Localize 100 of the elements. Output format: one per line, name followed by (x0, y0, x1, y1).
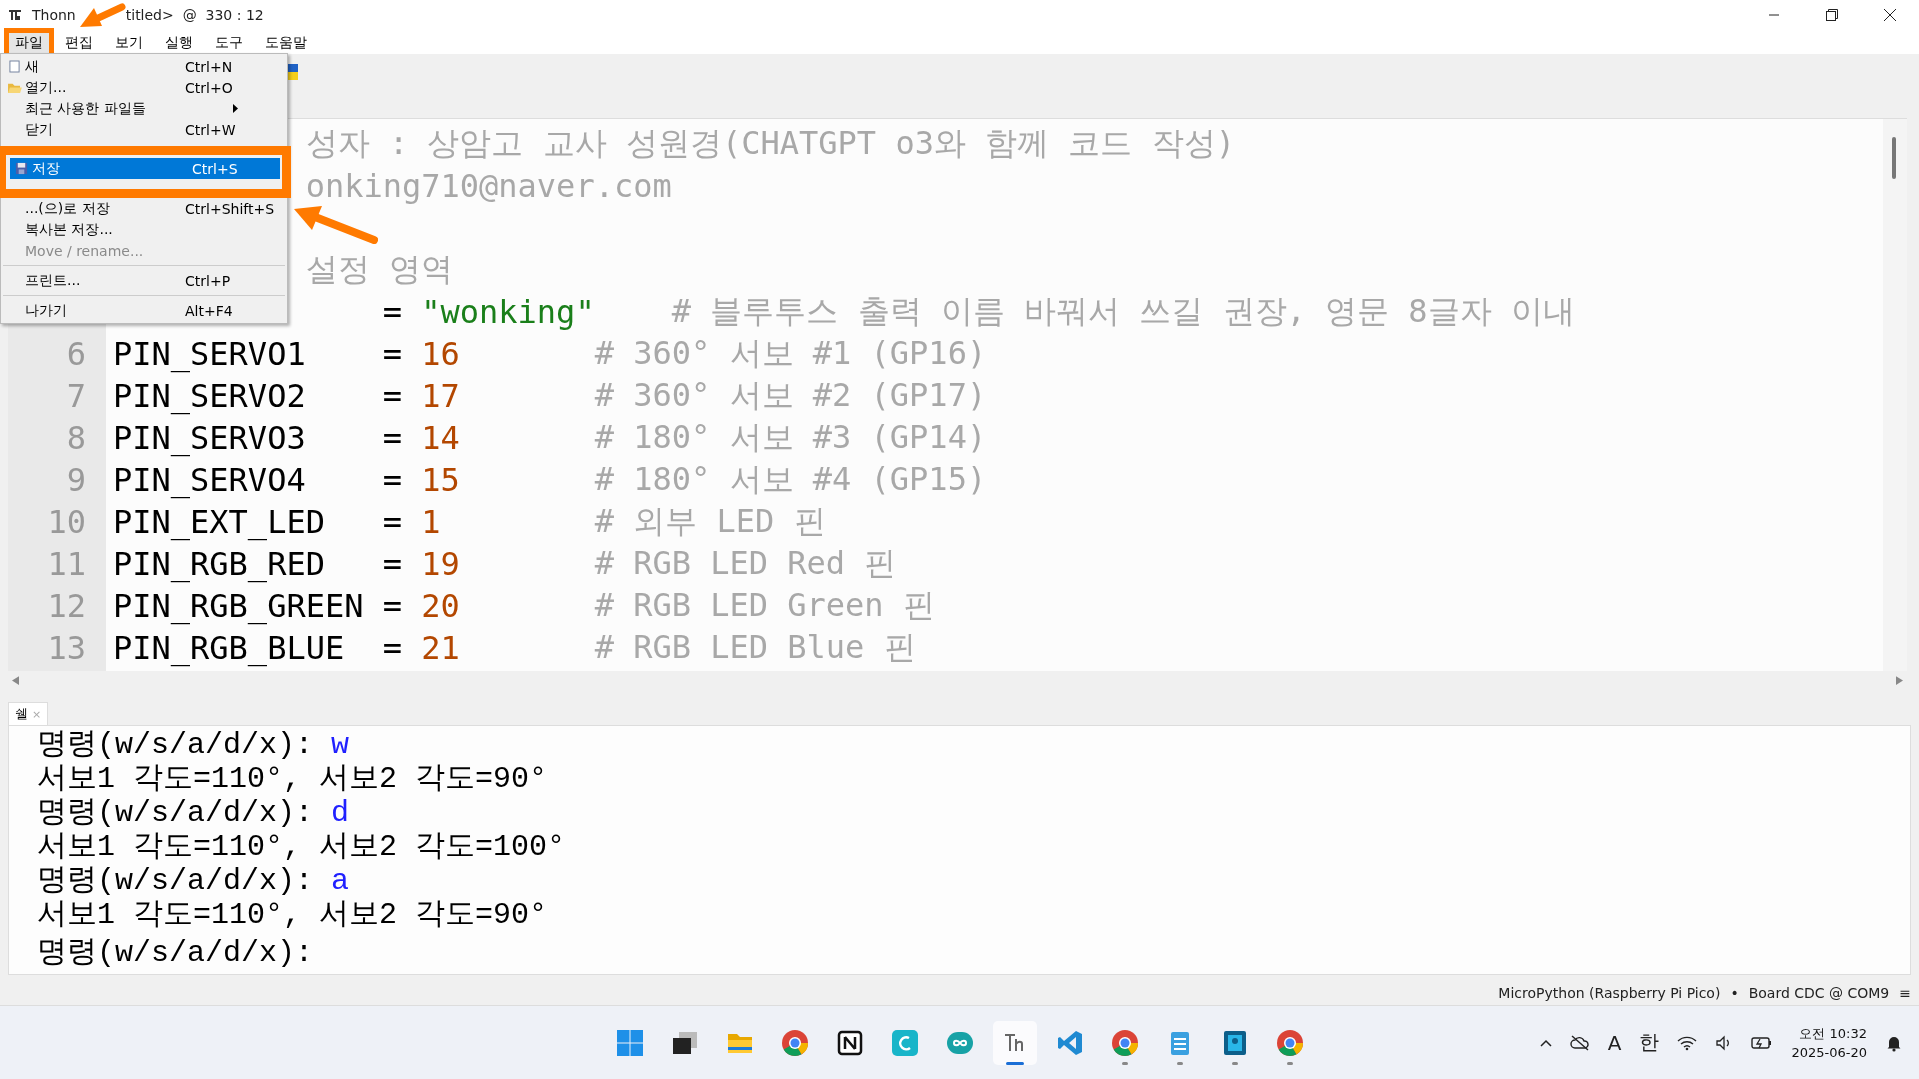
code-text: = (382, 503, 403, 541)
port-label[interactable]: Board CDC @ COM9 (1748, 985, 1890, 1001)
submenu-arrow-icon (233, 104, 238, 113)
status-menu[interactable]: ≡ (1899, 985, 1911, 1001)
app-icon (8, 8, 22, 22)
code-editor[interactable] (8, 118, 1907, 671)
line-number: 9 (65, 461, 86, 499)
code-text: PIN_RGB_RED (113, 545, 326, 583)
battery-icon[interactable] (1751, 1034, 1774, 1051)
code-text: PIN_SERVO3 (113, 419, 307, 457)
code-text: = (382, 587, 403, 625)
code-comment: onking710@naver.com (305, 167, 672, 205)
font-indicator[interactable]: A (1607, 1030, 1622, 1055)
shell-line: 명령(w/s/a/d/x): w (37, 728, 350, 762)
chevron-up-icon[interactable] (1539, 1038, 1552, 1047)
code-editor-icon (1055, 1028, 1084, 1057)
line-number: 7 (65, 377, 86, 415)
code-text: 17 (421, 377, 461, 415)
menu-option[interactable]: 최근 사용한 파일들 (3, 98, 285, 119)
menu-item[interactable]: 도움말 (254, 28, 318, 58)
wifi-icon[interactable] (1677, 1034, 1698, 1051)
scroll-left-icon[interactable] (12, 675, 19, 685)
browser-icon (1275, 1028, 1304, 1057)
ime-indicator[interactable]: 한 (1639, 1029, 1660, 1056)
code-comment: # 블루투스 출력 이름 바꿔서 쓰길 권장, 영문 8글자 이내 (671, 291, 1575, 332)
shell-tab[interactable]: 쉘 × (8, 702, 49, 725)
code-text: 20 (421, 587, 461, 625)
code-text: PIN_SERVO2 (113, 377, 307, 415)
code-comment: # 180° 서보 #4 (GP15) (594, 459, 987, 500)
line-number: 11 (46, 545, 86, 583)
close-icon[interactable] (1884, 9, 1896, 21)
line-number: 12 (46, 587, 86, 625)
code-text: PIN_RGB_GREEN (113, 587, 365, 625)
code-comment: # 360° 서보 #1 (GP16) (594, 333, 987, 374)
pointer-arrow (80, 2, 126, 30)
clock-time[interactable]: 오전 10:32 (1799, 1025, 1867, 1043)
scroll-right-icon[interactable] (1896, 675, 1903, 685)
code-text: 15 (421, 461, 461, 499)
menu-option[interactable]: 프린트... Ctrl+P (3, 270, 285, 291)
menu-item[interactable]: 편집 (54, 28, 104, 58)
code-comment: 성자 : 상암고 교사 성원경(CHATGPT o3와 함께 코드 작성) (305, 123, 1235, 164)
menu-option[interactable]: 열기... Ctrl+O (3, 77, 285, 98)
browser-icon (1110, 1028, 1139, 1057)
code-text: = (382, 377, 403, 415)
separator-dot: • (1730, 985, 1739, 1001)
code-text: PIN_RGB_BLUE (113, 629, 346, 667)
page-icon (8, 60, 20, 73)
swirl-icon (890, 1028, 919, 1057)
code-comment: 설정 영역 (305, 249, 453, 290)
menu-item[interactable]: 도구 (204, 28, 254, 58)
browser-icon (780, 1028, 809, 1057)
code-text: 14 (421, 419, 461, 457)
menu-item[interactable]: 보기 (104, 28, 154, 58)
menu-option[interactable]: 나가기 Alt+F4 (3, 300, 285, 321)
menu-option[interactable]: 저장 Ctrl+S (10, 158, 280, 179)
code-text: PIN_EXT_LED (113, 503, 326, 541)
code-text: = (382, 419, 403, 457)
code-text: 21 (421, 629, 461, 667)
shell-output: 서보1 각도=110°, 서보2 각도=100° (37, 830, 566, 864)
code-text: 1 (421, 503, 442, 541)
code-comment: # 외부 LED 핀 (594, 501, 826, 542)
shell-line: 명령(w/s/a/d/x): a (37, 864, 350, 898)
window-title: titled> @ 330 : 12 (125, 7, 264, 23)
menu-option[interactable]: 닫기 Ctrl+W (3, 119, 285, 140)
shell-panel[interactable]: 명령(w/s/a/d/x): w 서보1 각도=110°, 서보2 각도=90° 명령(w/s/a/d/x): d 서보1 각도=110°, 서보2 각도=100° 명령(w/s/a/d/x): a 서보1 각도=110°, 서보2 각도=90° 명령(w/s/a/d/x): (8, 725, 1911, 975)
interpreter-label[interactable]: MicroPython (Raspberry Pi Pico) (1498, 985, 1721, 1001)
code-text: = (382, 293, 403, 331)
windows-icon (615, 1028, 644, 1057)
code-text: "wonking" (421, 293, 595, 331)
line-number: 6 (65, 335, 86, 373)
window-title: Thonn (32, 7, 76, 23)
menu-option[interactable]: 새 Ctrl+N (3, 56, 285, 77)
folder-icon (6, 81, 22, 94)
shell-output: 서보1 각도=110°, 서보2 각도=90° (37, 898, 548, 932)
restore-icon[interactable] (1826, 9, 1838, 21)
line-number: 13 (46, 629, 86, 667)
scrollbar-thumb[interactable] (1892, 137, 1896, 179)
code-text: 19 (421, 545, 461, 583)
cloud-off-icon[interactable] (1569, 1034, 1590, 1051)
menu-option[interactable]: ...(으)로 저장 Ctrl+Shift+S (3, 198, 285, 219)
shell-line: 명령(w/s/a/d/x): (37, 936, 314, 970)
code-comment: # RGB LED Red 핀 (594, 543, 897, 584)
line-number: 10 (46, 503, 86, 541)
code-text: = (382, 629, 403, 667)
code-text: = (382, 461, 403, 499)
code-text: = (382, 335, 403, 373)
code-text: PIN_SERVO1 (113, 335, 307, 373)
code-text: = (382, 545, 403, 583)
code-comment: # RGB LED Green 핀 (594, 585, 935, 626)
code-comment: # RGB LED Blue 핀 (594, 627, 916, 668)
menu-item[interactable]: 실행 (154, 28, 204, 58)
code-text: PIN_SERVO4 (113, 461, 307, 499)
code-comment: # 180° 서보 #3 (GP14) (594, 417, 987, 458)
line-number: 8 (65, 419, 86, 457)
menu-option[interactable]: 복사본 저장... (3, 219, 285, 240)
code-comment: # 360° 서보 #2 (GP17) (594, 375, 987, 416)
shell-line: 명령(w/s/a/d/x): d (37, 796, 350, 830)
shell-output: 서보1 각도=110°, 서보2 각도=90° (37, 762, 548, 796)
code-text: 16 (421, 335, 461, 373)
clock-date[interactable]: 2025-06-20 (1791, 1045, 1867, 1060)
